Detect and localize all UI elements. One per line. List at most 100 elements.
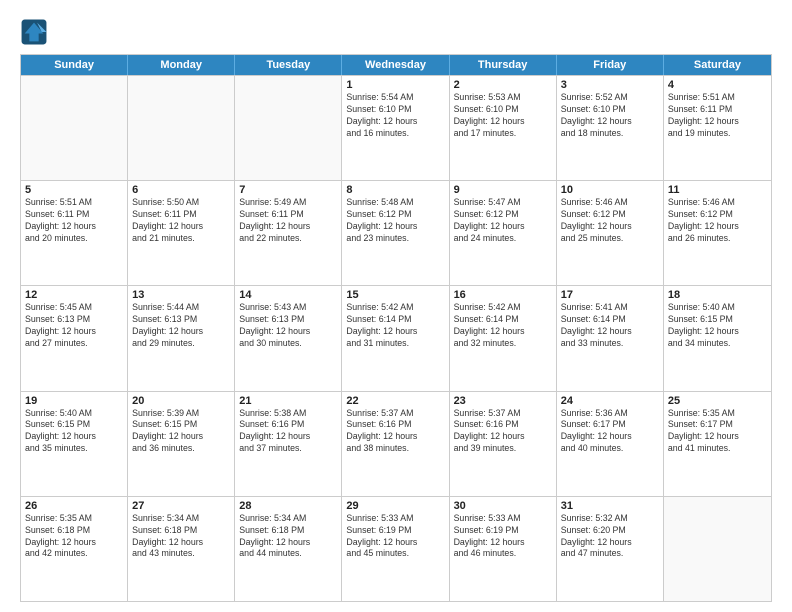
- cell-text: Sunrise: 5:54 AM Sunset: 6:10 PM Dayligh…: [346, 92, 444, 140]
- calendar-row: 12Sunrise: 5:45 AM Sunset: 6:13 PM Dayli…: [21, 285, 771, 390]
- cell-text: Sunrise: 5:52 AM Sunset: 6:10 PM Dayligh…: [561, 92, 659, 140]
- calendar-cell: 5Sunrise: 5:51 AM Sunset: 6:11 PM Daylig…: [21, 181, 128, 285]
- weekday-header: Friday: [557, 55, 664, 75]
- day-number: 24: [561, 395, 659, 407]
- calendar-cell: 26Sunrise: 5:35 AM Sunset: 6:18 PM Dayli…: [21, 497, 128, 601]
- day-number: 31: [561, 500, 659, 512]
- calendar-cell: 25Sunrise: 5:35 AM Sunset: 6:17 PM Dayli…: [664, 392, 771, 496]
- day-number: 8: [346, 184, 444, 196]
- calendar-header: SundayMondayTuesdayWednesdayThursdayFrid…: [21, 55, 771, 75]
- weekday-header: Saturday: [664, 55, 771, 75]
- day-number: 26: [25, 500, 123, 512]
- day-number: 29: [346, 500, 444, 512]
- day-number: 16: [454, 289, 552, 301]
- calendar-cell: 6Sunrise: 5:50 AM Sunset: 6:11 PM Daylig…: [128, 181, 235, 285]
- cell-text: Sunrise: 5:45 AM Sunset: 6:13 PM Dayligh…: [25, 302, 123, 350]
- calendar-cell: 28Sunrise: 5:34 AM Sunset: 6:18 PM Dayli…: [235, 497, 342, 601]
- weekday-header: Thursday: [450, 55, 557, 75]
- calendar-cell: 29Sunrise: 5:33 AM Sunset: 6:19 PM Dayli…: [342, 497, 449, 601]
- cell-text: Sunrise: 5:51 AM Sunset: 6:11 PM Dayligh…: [668, 92, 767, 140]
- calendar-cell: 4Sunrise: 5:51 AM Sunset: 6:11 PM Daylig…: [664, 76, 771, 180]
- weekday-header: Sunday: [21, 55, 128, 75]
- calendar-cell: [128, 76, 235, 180]
- day-number: 2: [454, 79, 552, 91]
- day-number: 19: [25, 395, 123, 407]
- cell-text: Sunrise: 5:40 AM Sunset: 6:15 PM Dayligh…: [25, 408, 123, 456]
- cell-text: Sunrise: 5:51 AM Sunset: 6:11 PM Dayligh…: [25, 197, 123, 245]
- logo: [20, 18, 52, 46]
- calendar-cell: 3Sunrise: 5:52 AM Sunset: 6:10 PM Daylig…: [557, 76, 664, 180]
- calendar-cell: 1Sunrise: 5:54 AM Sunset: 6:10 PM Daylig…: [342, 76, 449, 180]
- calendar-row: 19Sunrise: 5:40 AM Sunset: 6:15 PM Dayli…: [21, 391, 771, 496]
- calendar-cell: [235, 76, 342, 180]
- cell-text: Sunrise: 5:33 AM Sunset: 6:19 PM Dayligh…: [346, 513, 444, 561]
- calendar-cell: 19Sunrise: 5:40 AM Sunset: 6:15 PM Dayli…: [21, 392, 128, 496]
- cell-text: Sunrise: 5:37 AM Sunset: 6:16 PM Dayligh…: [346, 408, 444, 456]
- cell-text: Sunrise: 5:53 AM Sunset: 6:10 PM Dayligh…: [454, 92, 552, 140]
- calendar-cell: 18Sunrise: 5:40 AM Sunset: 6:15 PM Dayli…: [664, 286, 771, 390]
- calendar-row: 1Sunrise: 5:54 AM Sunset: 6:10 PM Daylig…: [21, 75, 771, 180]
- calendar-row: 5Sunrise: 5:51 AM Sunset: 6:11 PM Daylig…: [21, 180, 771, 285]
- calendar-cell: 22Sunrise: 5:37 AM Sunset: 6:16 PM Dayli…: [342, 392, 449, 496]
- calendar-body: 1Sunrise: 5:54 AM Sunset: 6:10 PM Daylig…: [21, 75, 771, 601]
- calendar-cell: 21Sunrise: 5:38 AM Sunset: 6:16 PM Dayli…: [235, 392, 342, 496]
- day-number: 18: [668, 289, 767, 301]
- calendar-cell: 17Sunrise: 5:41 AM Sunset: 6:14 PM Dayli…: [557, 286, 664, 390]
- calendar-cell: 20Sunrise: 5:39 AM Sunset: 6:15 PM Dayli…: [128, 392, 235, 496]
- header: [20, 18, 772, 46]
- calendar-cell: 7Sunrise: 5:49 AM Sunset: 6:11 PM Daylig…: [235, 181, 342, 285]
- cell-text: Sunrise: 5:39 AM Sunset: 6:15 PM Dayligh…: [132, 408, 230, 456]
- logo-icon: [20, 18, 48, 46]
- day-number: 3: [561, 79, 659, 91]
- calendar-cell: 13Sunrise: 5:44 AM Sunset: 6:13 PM Dayli…: [128, 286, 235, 390]
- calendar-cell: [21, 76, 128, 180]
- cell-text: Sunrise: 5:35 AM Sunset: 6:18 PM Dayligh…: [25, 513, 123, 561]
- day-number: 30: [454, 500, 552, 512]
- calendar-cell: 23Sunrise: 5:37 AM Sunset: 6:16 PM Dayli…: [450, 392, 557, 496]
- page: SundayMondayTuesdayWednesdayThursdayFrid…: [0, 0, 792, 612]
- day-number: 13: [132, 289, 230, 301]
- day-number: 27: [132, 500, 230, 512]
- day-number: 4: [668, 79, 767, 91]
- calendar-cell: [664, 497, 771, 601]
- cell-text: Sunrise: 5:33 AM Sunset: 6:19 PM Dayligh…: [454, 513, 552, 561]
- calendar-cell: 14Sunrise: 5:43 AM Sunset: 6:13 PM Dayli…: [235, 286, 342, 390]
- calendar-cell: 8Sunrise: 5:48 AM Sunset: 6:12 PM Daylig…: [342, 181, 449, 285]
- calendar-cell: 11Sunrise: 5:46 AM Sunset: 6:12 PM Dayli…: [664, 181, 771, 285]
- cell-text: Sunrise: 5:48 AM Sunset: 6:12 PM Dayligh…: [346, 197, 444, 245]
- cell-text: Sunrise: 5:36 AM Sunset: 6:17 PM Dayligh…: [561, 408, 659, 456]
- cell-text: Sunrise: 5:46 AM Sunset: 6:12 PM Dayligh…: [561, 197, 659, 245]
- calendar-cell: 30Sunrise: 5:33 AM Sunset: 6:19 PM Dayli…: [450, 497, 557, 601]
- cell-text: Sunrise: 5:44 AM Sunset: 6:13 PM Dayligh…: [132, 302, 230, 350]
- cell-text: Sunrise: 5:42 AM Sunset: 6:14 PM Dayligh…: [454, 302, 552, 350]
- day-number: 20: [132, 395, 230, 407]
- cell-text: Sunrise: 5:47 AM Sunset: 6:12 PM Dayligh…: [454, 197, 552, 245]
- calendar: SundayMondayTuesdayWednesdayThursdayFrid…: [20, 54, 772, 602]
- calendar-cell: 12Sunrise: 5:45 AM Sunset: 6:13 PM Dayli…: [21, 286, 128, 390]
- day-number: 15: [346, 289, 444, 301]
- day-number: 9: [454, 184, 552, 196]
- cell-text: Sunrise: 5:49 AM Sunset: 6:11 PM Dayligh…: [239, 197, 337, 245]
- cell-text: Sunrise: 5:34 AM Sunset: 6:18 PM Dayligh…: [239, 513, 337, 561]
- day-number: 10: [561, 184, 659, 196]
- day-number: 12: [25, 289, 123, 301]
- cell-text: Sunrise: 5:43 AM Sunset: 6:13 PM Dayligh…: [239, 302, 337, 350]
- day-number: 23: [454, 395, 552, 407]
- calendar-cell: 9Sunrise: 5:47 AM Sunset: 6:12 PM Daylig…: [450, 181, 557, 285]
- calendar-cell: 31Sunrise: 5:32 AM Sunset: 6:20 PM Dayli…: [557, 497, 664, 601]
- calendar-cell: 24Sunrise: 5:36 AM Sunset: 6:17 PM Dayli…: [557, 392, 664, 496]
- day-number: 7: [239, 184, 337, 196]
- calendar-cell: 2Sunrise: 5:53 AM Sunset: 6:10 PM Daylig…: [450, 76, 557, 180]
- weekday-header: Wednesday: [342, 55, 449, 75]
- day-number: 14: [239, 289, 337, 301]
- day-number: 17: [561, 289, 659, 301]
- cell-text: Sunrise: 5:34 AM Sunset: 6:18 PM Dayligh…: [132, 513, 230, 561]
- cell-text: Sunrise: 5:38 AM Sunset: 6:16 PM Dayligh…: [239, 408, 337, 456]
- calendar-cell: 16Sunrise: 5:42 AM Sunset: 6:14 PM Dayli…: [450, 286, 557, 390]
- calendar-cell: 15Sunrise: 5:42 AM Sunset: 6:14 PM Dayli…: [342, 286, 449, 390]
- day-number: 25: [668, 395, 767, 407]
- cell-text: Sunrise: 5:50 AM Sunset: 6:11 PM Dayligh…: [132, 197, 230, 245]
- calendar-cell: 10Sunrise: 5:46 AM Sunset: 6:12 PM Dayli…: [557, 181, 664, 285]
- day-number: 11: [668, 184, 767, 196]
- cell-text: Sunrise: 5:35 AM Sunset: 6:17 PM Dayligh…: [668, 408, 767, 456]
